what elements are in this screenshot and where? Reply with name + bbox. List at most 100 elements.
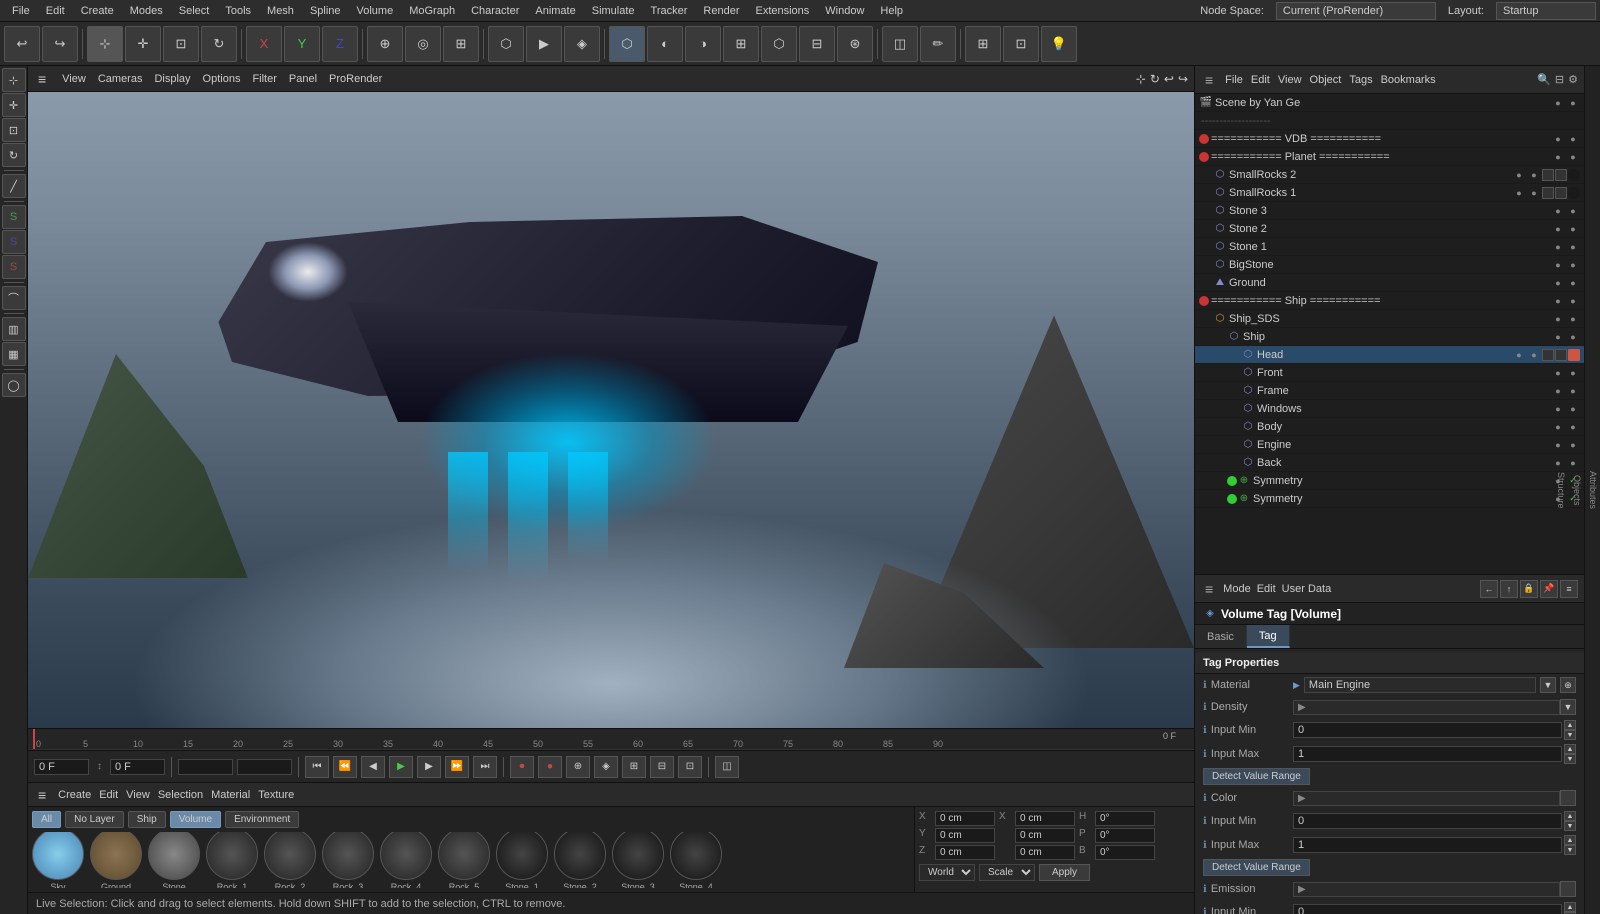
mat-stone1[interactable]: Stone_1 <box>496 832 548 888</box>
mat-tab-create[interactable]: Create <box>58 789 91 801</box>
prop-inputmax-input[interactable] <box>1293 746 1562 762</box>
filter-environment[interactable]: Environment <box>225 811 299 828</box>
particle-btn[interactable]: ⊛ <box>837 26 873 62</box>
mat-rock5-thumb[interactable] <box>438 832 490 880</box>
menu-tools[interactable]: Tools <box>217 3 259 19</box>
paint-btn[interactable]: ✏ <box>920 26 956 62</box>
mat-rock2[interactable]: Rock_2 <box>264 832 316 888</box>
prop-inputmin-down[interactable]: ▼ <box>1564 730 1576 740</box>
step-fwd-btn[interactable]: ⏩ <box>445 756 469 778</box>
filter-ship[interactable]: Ship <box>128 811 166 828</box>
mat-rock1-thumb[interactable] <box>206 832 258 880</box>
mat-stone3-thumb[interactable] <box>612 832 664 880</box>
object-tree[interactable]: 🎬 Scene by Yan Ge ● ● ------------------… <box>1195 94 1584 574</box>
mat-rock4[interactable]: Rock_4 <box>380 832 432 888</box>
om-tab-file[interactable]: File <box>1225 74 1243 86</box>
viewport-tab-filter[interactable]: Filter <box>252 73 276 85</box>
tree-item-ship[interactable]: ⬡ Ship ● ● <box>1195 328 1584 346</box>
search-icon[interactable]: 🔍 <box>1537 73 1551 86</box>
mat-ground-thumb[interactable] <box>90 832 142 880</box>
menu-help[interactable]: Help <box>872 3 911 19</box>
mat-stone4-thumb[interactable] <box>670 832 722 880</box>
mat-tab-edit[interactable]: Edit <box>99 789 118 801</box>
prop-info-icon-den[interactable]: ℹ <box>1203 702 1207 713</box>
left-select-btn[interactable]: ⊹ <box>2 68 26 92</box>
strip-attributes[interactable]: Attributes <box>1586 467 1600 513</box>
viewport-tab-options[interactable]: Options <box>203 73 241 85</box>
prop-inputmin-input[interactable] <box>1293 722 1562 738</box>
coord-h-input[interactable] <box>1095 811 1155 826</box>
mat-stone3[interactable]: Stone_3 <box>612 832 664 888</box>
mat-sky[interactable]: Sky <box>32 832 84 888</box>
next-frame-btn[interactable]: ▶ <box>417 756 441 778</box>
rotate-tool-btn[interactable]: ↻ <box>201 26 237 62</box>
coord-z-input[interactable] <box>935 845 995 860</box>
mat-menu-icon[interactable]: ≡ <box>34 787 50 803</box>
start-frame-input[interactable] <box>110 759 165 775</box>
prop-emitmin-up[interactable]: ▲ <box>1564 902 1576 912</box>
attrs-tab-mode[interactable]: Mode <box>1223 583 1251 595</box>
prop-material-field[interactable]: Main Engine <box>1304 677 1536 693</box>
world-dropdown[interactable]: World <box>919 864 975 881</box>
mat-stone4[interactable]: Stone_4 <box>670 832 722 888</box>
left-circle-btn[interactable]: ◯ <box>2 373 26 397</box>
left-line-btn[interactable]: ╱ <box>2 174 26 198</box>
snap-btn[interactable]: ⊞ <box>443 26 479 62</box>
attrs-tab-tag[interactable]: Tag <box>1247 625 1290 648</box>
left-s3-btn[interactable]: S <box>2 255 26 279</box>
tree-item-smallrocks2[interactable]: ⬡ SmallRocks 2 ● ● <box>1195 166 1584 184</box>
menu-volume[interactable]: Volume <box>349 3 402 19</box>
tree-item-back[interactable]: ⬡ Back ● ● <box>1195 454 1584 472</box>
z-axis-btn[interactable]: Z <box>322 26 358 62</box>
viewport[interactable] <box>28 92 1194 728</box>
lock-btn[interactable]: ◎ <box>405 26 441 62</box>
mat-tab-selection[interactable]: Selection <box>158 789 203 801</box>
key-sel-btn[interactable]: ◈ <box>594 756 618 778</box>
tree-item-symmetry1[interactable]: ⊕ Symmetry ● ✓ <box>1195 472 1584 490</box>
mat-rock1[interactable]: Rock_1 <box>206 832 258 888</box>
left-curve-btn[interactable]: ⌒ <box>2 286 26 310</box>
tree-item-stone2[interactable]: ⬡ Stone 2 ● ● <box>1195 220 1584 238</box>
viewport-tab-view[interactable]: View <box>62 73 86 85</box>
attrs-lock-btn[interactable]: 🔒 <box>1520 580 1538 598</box>
viewport-tab-cameras[interactable]: Cameras <box>98 73 143 85</box>
coord-y2-input[interactable] <box>1015 828 1075 843</box>
prop-material-expand[interactable]: ▶ <box>1293 680 1300 691</box>
tree-action-lock[interactable]: ● <box>1566 96 1580 110</box>
tree-item-bigstone[interactable]: ⬡ BigStone ● ● <box>1195 256 1584 274</box>
auto-key-btn[interactable]: ⊕ <box>566 756 590 778</box>
om-tab-bookmarks[interactable]: Bookmarks <box>1381 74 1436 86</box>
coord-b-input[interactable] <box>1095 845 1155 860</box>
mat-rock5[interactable]: Rock_5 <box>438 832 490 888</box>
viewport-tab-prorender[interactable]: ProRender <box>329 73 382 85</box>
tree-item-planet[interactable]: =========== Planet =========== ● ● <box>1195 148 1584 166</box>
preview-btn[interactable]: ⊟ <box>650 756 674 778</box>
menu-file[interactable]: File <box>4 3 38 19</box>
mat-rock3[interactable]: Rock_3 <box>322 832 374 888</box>
shading-btn[interactable]: ◐ <box>647 26 683 62</box>
menu-extensions[interactable]: Extensions <box>747 3 817 19</box>
prop-density-expand[interactable]: ▼ <box>1560 699 1576 715</box>
scale-tool-btn[interactable]: ⊡ <box>163 26 199 62</box>
node-space-dropdown[interactable]: Current (ProRender) <box>1276 2 1436 20</box>
prop-material-btn2[interactable]: ⊕ <box>1560 677 1576 693</box>
play-pause-btn[interactable]: ▶ <box>389 756 413 778</box>
prop-emission-expand[interactable] <box>1560 881 1576 897</box>
tree-item-body[interactable]: ⬡ Body ● ● <box>1195 418 1584 436</box>
om-tab-view[interactable]: View <box>1278 74 1302 86</box>
prop-color-expand[interactable] <box>1560 790 1576 806</box>
filter-volume[interactable]: Volume <box>170 811 221 828</box>
prev-frame-btn[interactable]: ◀ <box>361 756 385 778</box>
left-layer1-btn[interactable]: ▥ <box>2 317 26 341</box>
render-btn[interactable]: ⊡ <box>678 756 702 778</box>
record-btn[interactable]: ⏺ <box>510 756 534 778</box>
viewport-tab-panel[interactable]: Panel <box>289 73 317 85</box>
select-tool-btn[interactable]: ⊹ <box>87 26 123 62</box>
mat-rock2-thumb[interactable] <box>264 832 316 880</box>
menu-character[interactable]: Character <box>463 3 527 19</box>
detect-btn-1[interactable]: Detect Value Range <box>1203 768 1310 785</box>
perspective-btn[interactable]: ⬡ <box>609 26 645 62</box>
prop-colormax-up[interactable]: ▲ <box>1564 835 1576 845</box>
settings-icon[interactable]: ⚙ <box>1568 73 1578 86</box>
tree-item-stone3[interactable]: ⬡ Stone 3 ● ● <box>1195 202 1584 220</box>
